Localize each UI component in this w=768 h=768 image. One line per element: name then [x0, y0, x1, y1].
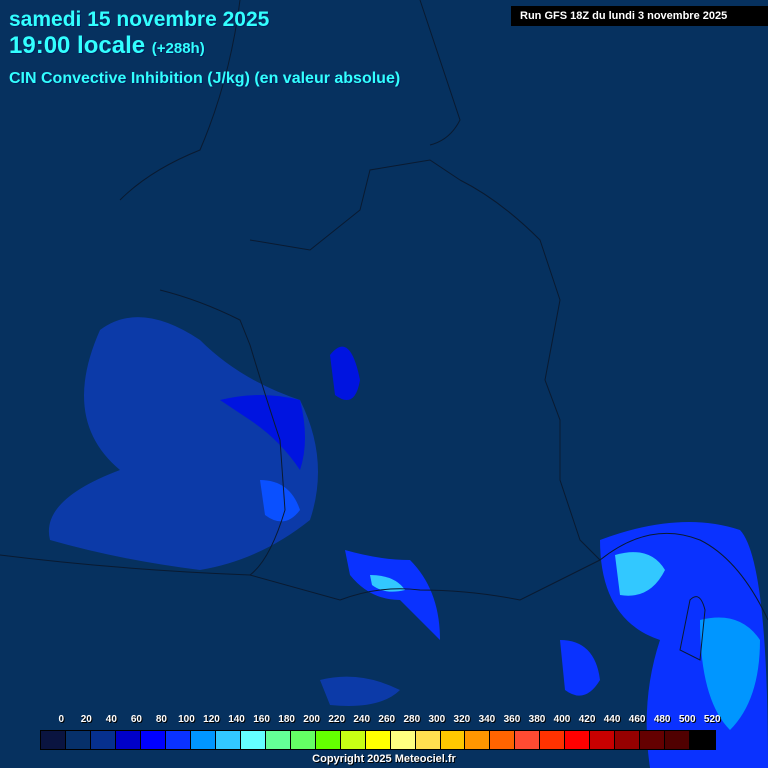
legend-swatch	[690, 731, 716, 749]
forecast-offset: (+288h)	[151, 40, 205, 57]
weather-map-view: samedi 15 novembre 2025 19:00 locale (+2…	[0, 0, 768, 768]
legend-swatch	[465, 731, 491, 749]
legend-label: 480	[653, 714, 671, 725]
legend-label: 200	[303, 714, 320, 725]
legend-label: 320	[453, 714, 471, 725]
legend-swatch	[540, 731, 566, 749]
legend-swatch	[65, 731, 91, 749]
legend-swatch	[590, 731, 616, 749]
legend-label: 40	[105, 714, 117, 725]
coastline-north	[249, 159, 461, 251]
legend-swatch	[515, 731, 541, 749]
legend-swatch	[565, 731, 591, 749]
cin-area-gulf-lion	[320, 676, 400, 706]
legend-label: 140	[228, 714, 245, 725]
legend-swatch	[190, 731, 216, 749]
copyright: Copyright 2025 Meteociel.fr	[312, 753, 456, 765]
legend-swatch	[365, 731, 391, 749]
border-east	[459, 179, 601, 561]
legend-label: 240	[353, 714, 371, 725]
legend-swatch	[265, 731, 291, 749]
legend-label: 180	[278, 714, 295, 725]
legend-swatch	[315, 731, 341, 749]
legend-swatch	[165, 731, 191, 749]
forecast-date: samedi 15 novembre 2025	[9, 8, 270, 31]
forecast-time: 19:00 locale (+288h)	[9, 32, 205, 60]
cin-area-limousin	[330, 346, 360, 400]
legend-swatch	[290, 731, 316, 749]
legend-label: 0	[58, 714, 65, 725]
legend-swatch	[215, 731, 241, 749]
legend-label: 260	[378, 714, 396, 725]
legend-label: 300	[428, 714, 446, 725]
cin-field	[48, 317, 768, 768]
legend-label: 500	[678, 714, 696, 725]
legend-swatch	[140, 731, 166, 749]
cin-area-languedoc	[345, 550, 440, 640]
legend-swatch	[240, 731, 266, 749]
legend-swatch	[115, 731, 141, 749]
legend-label: 280	[403, 714, 421, 725]
legend-label: 400	[553, 714, 571, 725]
legend-label: 20	[80, 714, 92, 725]
cin-map	[0, 0, 768, 768]
legend-label: 460	[628, 714, 646, 725]
legend-label: 100	[178, 714, 195, 725]
legend-label: 520	[703, 714, 721, 725]
legend-label: 420	[578, 714, 596, 725]
legend-label: 60	[130, 714, 142, 725]
legend-swatch	[390, 731, 416, 749]
legend-swatch	[665, 731, 691, 749]
model-run-label: Run GFS 18Z du lundi 3 novembre 2025	[511, 6, 768, 26]
legend-swatch	[415, 731, 441, 749]
legend-swatch	[640, 731, 666, 749]
legend-label: 440	[603, 714, 621, 725]
legend-swatch	[440, 731, 466, 749]
legend-label: 380	[528, 714, 546, 725]
legend-label: 80	[155, 714, 167, 725]
color-legend	[40, 730, 716, 750]
legend-swatch	[615, 731, 641, 749]
legend-labels: 0 20 40 60 80 100 120 140 160 180 200 220 240 260 280 3…	[40, 714, 721, 726]
legend-label: 120	[203, 714, 220, 725]
legend-label: 160	[253, 714, 270, 725]
cin-area-balearic	[560, 640, 600, 696]
legend-swatch	[490, 731, 516, 749]
legend-swatch	[340, 731, 366, 749]
parameter-title: CIN Convective Inhibition (J/kg) (en val…	[9, 70, 401, 87]
legend-swatch	[41, 731, 66, 749]
local-time: 19:00 locale	[9, 32, 146, 59]
legend-label: 220	[328, 714, 346, 725]
legend-label: 340	[478, 714, 496, 725]
legend-swatch	[90, 731, 116, 749]
legend-label: 360	[503, 714, 521, 725]
